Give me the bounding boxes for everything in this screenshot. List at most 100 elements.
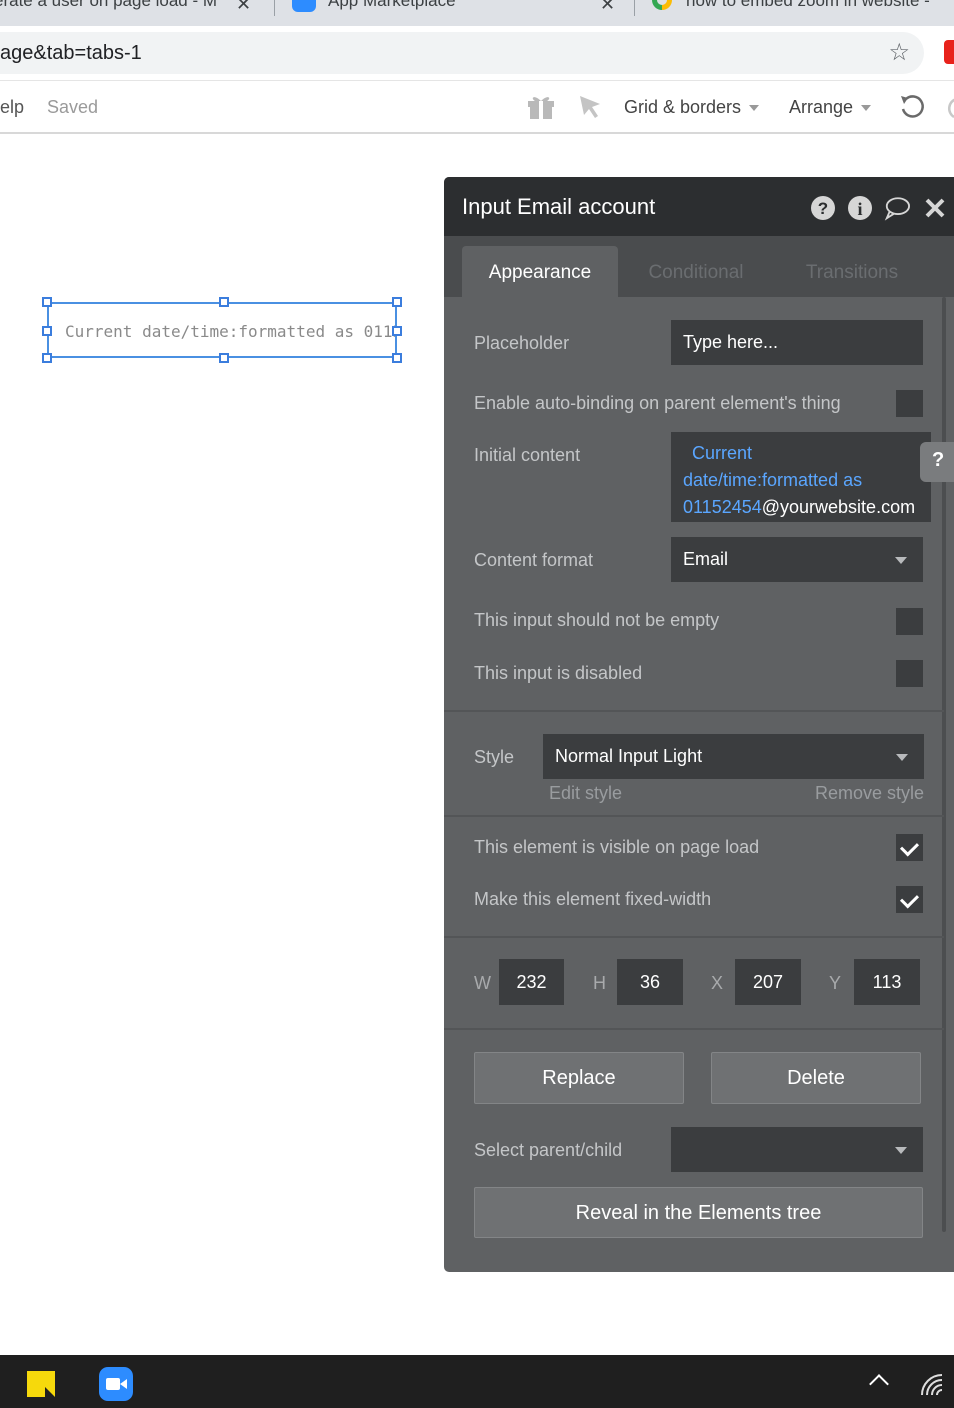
input-placeholder-text: Current date/time:formatted as 01152454@…: [65, 322, 395, 341]
undo-icon[interactable]: [898, 93, 926, 121]
visible-on-load-checkbox[interactable]: [896, 834, 923, 861]
panel-scrollbar[interactable]: [942, 297, 946, 1232]
chevron-down-icon: [861, 105, 872, 112]
dynamic-expression[interactable]: 01152454: [683, 497, 762, 517]
sticky-notes-icon[interactable]: [27, 1371, 55, 1397]
resize-handle-bottom[interactable]: [219, 353, 229, 363]
tab-conditional[interactable]: Conditional: [618, 246, 774, 297]
replace-button[interactable]: Replace: [474, 1052, 684, 1104]
browser-toolbar: age&tab=tabs-1 ☆: [0, 26, 954, 80]
browser-tab-strip: erate a user on page load - M ✕ App Mark…: [0, 0, 954, 26]
panel-title[interactable]: Input Email account: [462, 194, 655, 220]
x-field[interactable]: 207: [735, 959, 801, 1005]
tab-separator: [634, 0, 635, 16]
chevron-down-icon: [749, 105, 760, 112]
select-parent-label: Select parent/child: [474, 1140, 623, 1160]
tab-appearance[interactable]: Appearance: [462, 246, 618, 297]
dynamic-expression[interactable]: Current: [692, 443, 752, 463]
tab-title: App Marketplace: [328, 0, 456, 10]
width-label: W: [474, 973, 491, 993]
width-field[interactable]: 232: [499, 959, 564, 1005]
chevron-up-icon[interactable]: [869, 1374, 889, 1394]
initial-content-field[interactable]: Current date/time:formatted as 01152454@…: [671, 432, 931, 522]
y-label: Y: [829, 973, 842, 993]
visible-on-load-label: This element is visible on page load: [474, 837, 760, 857]
extension-icon[interactable]: [944, 40, 954, 64]
fixed-width-label: Make this element fixed-width: [474, 889, 712, 909]
taskbar: [0, 1355, 954, 1408]
property-editor-panel: Input Email account ? i Appearance Condi…: [444, 177, 954, 1272]
svg-text:?: ?: [818, 199, 828, 218]
chevron-down-icon: [895, 1147, 907, 1154]
wifi-icon[interactable]: [920, 1373, 946, 1397]
not-empty-checkbox[interactable]: [896, 608, 923, 635]
url-text[interactable]: age&tab=tabs-1: [0, 42, 142, 65]
height-field[interactable]: 36: [617, 959, 683, 1005]
disabled-checkbox[interactable]: [896, 660, 923, 687]
remove-style-link[interactable]: Remove style: [815, 783, 924, 804]
browser-tab-bubble-forum[interactable]: erate a user on page load - M ✕: [0, 0, 262, 26]
reveal-elements-tree-button[interactable]: Reveal in the Elements tree: [474, 1187, 923, 1238]
save-status: Saved: [47, 97, 99, 117]
help-menu[interactable]: elp: [0, 97, 24, 118]
y-field[interactable]: 113: [854, 959, 920, 1005]
close-icon[interactable]: [922, 195, 948, 221]
pointer-icon[interactable]: [578, 94, 602, 120]
canvas-email-input[interactable]: Current date/time:formatted as 01152454@…: [47, 302, 397, 358]
help-tab-button[interactable]: ?: [920, 442, 954, 482]
zoom-favicon-icon: [292, 0, 316, 12]
resize-handle-bottom-left[interactable]: [42, 353, 52, 363]
style-label: Style: [474, 747, 515, 767]
tab-transitions[interactable]: Transitions: [774, 246, 930, 297]
gift-icon[interactable]: [526, 92, 556, 120]
redo-icon[interactable]: [946, 93, 954, 121]
section-divider: [444, 815, 944, 817]
dynamic-expression[interactable]: date/time:formatted as: [683, 470, 862, 490]
static-text: @yourwebsite.com: [761, 497, 916, 517]
style-dropdown[interactable]: Normal Input Light: [543, 734, 924, 779]
arrange-menu[interactable]: Arrange: [789, 97, 872, 118]
tab-close-icon[interactable]: ✕: [236, 0, 251, 15]
tab-close-icon[interactable]: ✕: [600, 0, 615, 15]
chevron-down-icon: [895, 557, 907, 564]
grid-borders-menu[interactable]: Grid & borders: [624, 97, 760, 118]
section-divider: [444, 936, 944, 938]
panel-tab-bar: Appearance Conditional Transitions: [444, 236, 954, 297]
placeholder-label: Placeholder: [474, 333, 570, 353]
select-parent-dropdown[interactable]: [671, 1127, 923, 1172]
info-circle-icon[interactable]: i: [847, 195, 873, 221]
help-circle-icon[interactable]: ?: [810, 195, 836, 221]
address-bar[interactable]: age&tab=tabs-1 ☆: [0, 32, 924, 74]
autobinding-label: Enable auto-binding on parent element's …: [474, 393, 841, 413]
comment-icon[interactable]: [884, 195, 910, 221]
style-value: Normal Input Light: [555, 746, 703, 766]
panel-header[interactable]: Input Email account ? i: [444, 177, 954, 236]
zoom-app-icon[interactable]: [99, 1367, 133, 1401]
browser-tab-google-search[interactable]: how to embed zoom in website -: [646, 0, 954, 26]
resize-handle-top-left[interactable]: [42, 297, 52, 307]
content-format-label: Content format: [474, 550, 594, 570]
content-format-value: Email: [683, 549, 729, 569]
chevron-down-icon: [896, 754, 908, 761]
editor-top-bar: elp Saved Grid & borders Arrange: [0, 80, 954, 134]
delete-button[interactable]: Delete: [711, 1052, 921, 1104]
fixed-width-checkbox[interactable]: [896, 886, 923, 913]
placeholder-field[interactable]: Type here...: [671, 320, 923, 365]
resize-handle-top-right[interactable]: [392, 297, 402, 307]
x-label: X: [711, 973, 724, 993]
resize-handle-left[interactable]: [42, 326, 52, 336]
browser-tab-app-marketplace[interactable]: App Marketplace ✕: [288, 0, 632, 26]
height-label: H: [593, 973, 606, 993]
bookmark-star-icon[interactable]: ☆: [888, 38, 910, 67]
resize-handle-top[interactable]: [219, 297, 229, 307]
initial-content-label: Initial content: [474, 445, 581, 465]
edit-style-link[interactable]: Edit style: [549, 783, 622, 804]
resize-handle-bottom-right[interactable]: [392, 353, 402, 363]
resize-handle-right[interactable]: [392, 326, 402, 336]
google-favicon-icon: [652, 0, 672, 10]
svg-text:i: i: [857, 199, 862, 219]
autobinding-checkbox[interactable]: [896, 390, 923, 417]
arrange-label: Arrange: [789, 97, 854, 117]
grid-borders-label: Grid & borders: [624, 97, 742, 117]
content-format-dropdown[interactable]: Email: [671, 537, 923, 582]
